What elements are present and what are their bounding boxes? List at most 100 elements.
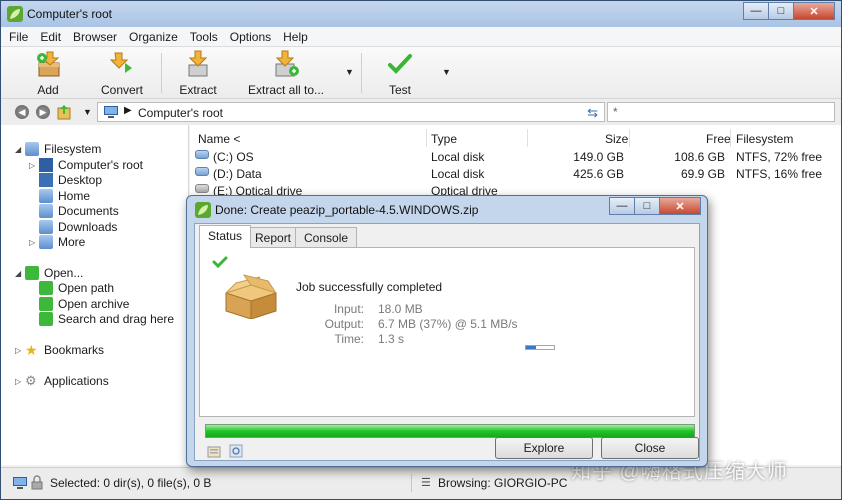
tree-open-label: Open...: [44, 266, 84, 280]
column-divider[interactable]: [527, 129, 528, 147]
status-panel: Job successfully completed Input: 18.0 M…: [199, 247, 695, 417]
tab-status[interactable]: Status: [199, 225, 252, 248]
column-header-free[interactable]: Free: [706, 129, 731, 149]
add-archive-icon: [37, 51, 60, 77]
search-icon[interactable]: [229, 444, 243, 458]
menu-bar: File Edit Browser Organize Tools Options…: [1, 27, 841, 47]
breadcrumb-chevron-icon: ▶: [124, 105, 132, 116]
tree-filesystem-label: Filesystem: [44, 142, 102, 156]
expand-icon[interactable]: ▷: [15, 377, 25, 386]
close-button[interactable]: ✕: [793, 2, 835, 20]
column-divider[interactable]: [730, 129, 731, 147]
column-divider[interactable]: [629, 129, 630, 147]
toolbar-separator: [161, 53, 162, 93]
menu-tools[interactable]: Tools: [190, 30, 218, 44]
tree-open[interactable]: ◢ Open...: [15, 266, 83, 280]
dialog-body: Status Report Console Job successfully c…: [194, 223, 700, 461]
folder-icon: [39, 220, 53, 234]
collapse-icon[interactable]: ◢: [15, 145, 25, 154]
menu-browser[interactable]: Browser: [73, 30, 117, 44]
tree-home-label: Home: [58, 189, 91, 203]
tree-computers-root[interactable]: ▷ Computer's root: [29, 158, 143, 172]
tree-downloads[interactable]: Downloads: [29, 220, 117, 234]
tree-documents[interactable]: Documents: [29, 204, 119, 218]
tree-more[interactable]: ▷ More: [29, 235, 85, 249]
filter-input[interactable]: *: [607, 102, 835, 122]
tree-bookmarks[interactable]: ▷ ★ Bookmarks: [15, 343, 104, 357]
convert-icon: [109, 52, 132, 73]
extract-dropdown-icon[interactable]: ▼: [345, 67, 354, 77]
forward-icon[interactable]: ▶: [36, 105, 50, 119]
dialog-minimize-button[interactable]: —: [609, 197, 635, 215]
compression-ratio-bar: [525, 345, 555, 350]
back-icon[interactable]: ◀: [15, 105, 29, 119]
dialog-close-action-button[interactable]: Close: [601, 437, 699, 459]
extract-all-label: Extract all to...: [247, 83, 325, 97]
main-window: Computer's root — □ ✕ File Edit Browser …: [0, 0, 842, 500]
dialog-footer: Explore Close: [195, 437, 701, 462]
row-name: (C:) OS: [213, 150, 254, 164]
desktop-icon: [39, 173, 53, 187]
folder-icon: [39, 235, 53, 249]
table-row[interactable]: (C:) OS Local disk 149.0 GB 108.6 GB NTF…: [190, 149, 841, 166]
address-path: Computer's root: [138, 106, 223, 120]
expand-icon[interactable]: ▷: [29, 161, 39, 170]
column-header-filesystem[interactable]: Filesystem: [736, 129, 793, 149]
column-header-name[interactable]: Name <: [198, 129, 240, 149]
refresh-icon[interactable]: ⇆: [587, 105, 598, 121]
dialog-close-button[interactable]: ✕: [659, 197, 701, 215]
minimize-button[interactable]: —: [743, 2, 769, 20]
window-controls: — □ ✕: [743, 2, 835, 20]
tree-desktop[interactable]: Desktop: [29, 173, 102, 187]
tab-console[interactable]: Console: [295, 227, 358, 247]
expand-icon[interactable]: ▷: [15, 346, 25, 355]
checkmark-icon: [212, 256, 228, 268]
column-header-type[interactable]: Type: [431, 129, 457, 149]
maximize-button[interactable]: □: [768, 2, 794, 20]
row-size: 425.6 GB: [573, 167, 624, 181]
menu-edit[interactable]: Edit: [40, 30, 61, 44]
row-type: Local disk: [431, 167, 485, 181]
gear-icon: ⚙: [25, 373, 37, 388]
menu-help[interactable]: Help: [283, 30, 308, 44]
tree-bookmarks-label: Bookmarks: [44, 343, 105, 357]
menu-options[interactable]: Options: [230, 30, 271, 44]
tree-filesystem[interactable]: ◢ Filesystem: [15, 142, 101, 156]
compression-ratio-fill: [526, 346, 537, 349]
explore-button[interactable]: Explore: [495, 437, 593, 459]
menu-organize[interactable]: Organize: [129, 30, 178, 44]
extract-button[interactable]: Extract: [173, 49, 223, 97]
up-folder-icon[interactable]: [57, 104, 71, 120]
add-button[interactable]: Add: [23, 49, 73, 97]
history-dropdown-icon[interactable]: ▼: [83, 107, 92, 117]
collapse-icon[interactable]: ◢: [15, 269, 25, 278]
row-free: 108.6 GB: [674, 150, 725, 164]
menu-file[interactable]: File: [9, 30, 28, 44]
extract-all-button[interactable]: Extract all to...: [247, 49, 325, 97]
tree-home[interactable]: Home: [29, 189, 90, 203]
hard-drive-icon: [195, 167, 209, 176]
address-field[interactable]: ▶ Computer's root ⇆: [97, 102, 605, 122]
dialog-maximize-button[interactable]: □: [634, 197, 660, 215]
table-row[interactable]: (D:) Data Local disk 425.6 GB 69.9 GB NT…: [190, 166, 841, 183]
star-icon: ★: [25, 342, 38, 358]
arrow-icon: [39, 312, 53, 326]
row-filesystem: NTFS, 72% free: [736, 150, 823, 164]
optical-drive-icon: [195, 184, 209, 193]
column-divider[interactable]: [426, 129, 427, 147]
tree-search-drag[interactable]: Search and drag here: [29, 312, 174, 326]
open-folder-icon[interactable]: [207, 444, 221, 458]
tree-open-path[interactable]: Open path: [29, 281, 114, 295]
sidebar-tree: ◢ Filesystem ▷ Computer's root Desktop H…: [1, 125, 189, 465]
convert-button[interactable]: Convert: [97, 49, 147, 97]
progress-bar: [205, 424, 695, 438]
tree-applications[interactable]: ▷ ⚙ Applications: [15, 373, 109, 389]
progress-fill: [206, 425, 694, 437]
column-header-size[interactable]: Size: [605, 129, 628, 149]
tree-open-archive[interactable]: Open archive: [29, 297, 129, 311]
test-dropdown-icon[interactable]: ▼: [442, 67, 451, 77]
toolbar-separator: [361, 53, 362, 93]
test-button[interactable]: Test: [375, 49, 425, 97]
expand-icon[interactable]: ▷: [29, 238, 39, 247]
tab-report[interactable]: Report: [246, 227, 301, 247]
